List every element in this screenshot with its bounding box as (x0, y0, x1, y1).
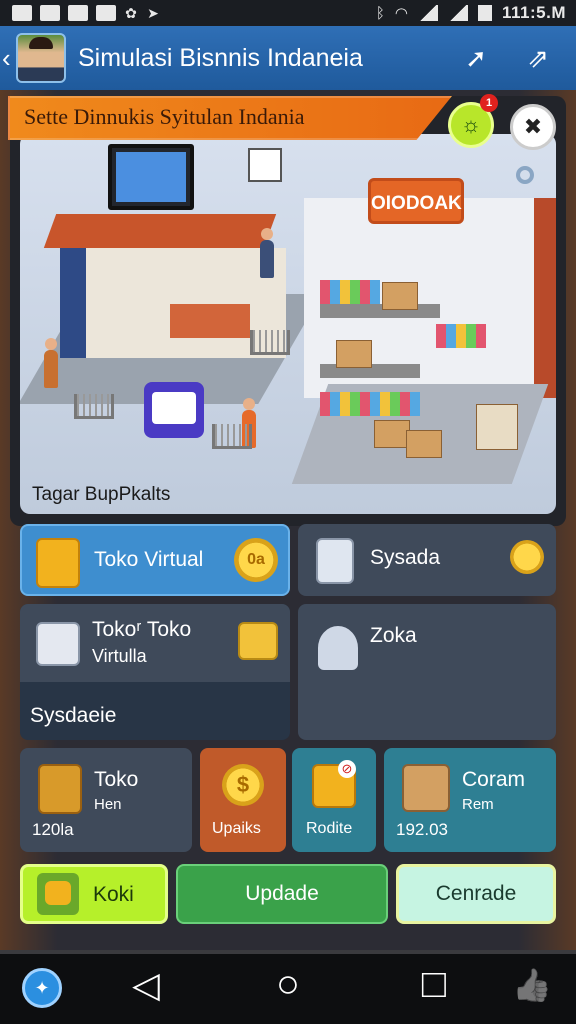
coram-card[interactable]: Coram Rem 192.03 (384, 748, 556, 852)
indicator-icon (516, 166, 534, 184)
counter (170, 304, 250, 338)
shelf (320, 304, 440, 318)
toko-toko-sub: Virtulla (92, 646, 147, 666)
battery-icon (478, 5, 492, 21)
toko-hen-label: Toko (94, 768, 139, 791)
status-bar: ✿ ➤ ᛒ ◠ 111:5.M (0, 0, 576, 26)
cart-icon (74, 394, 114, 419)
box-icon (36, 622, 80, 666)
zoka-card[interactable]: Zoka (298, 604, 556, 740)
goods (320, 280, 380, 304)
banner-text: Sette Dinnukis Syitulan Indania (24, 104, 305, 129)
toko-virtual-label: Toko Virtual (94, 548, 204, 571)
sign-icon (248, 148, 282, 182)
avatar[interactable] (16, 33, 66, 83)
signal-icon (418, 5, 438, 21)
coin-icon: 0a (234, 538, 278, 582)
warehouse-sign: OIODOAK (368, 178, 464, 224)
sysdaeie-label: Sysdaeie (30, 704, 117, 727)
wifi-icon: ◠ (394, 5, 408, 22)
cenrade-button[interactable]: Cenrade (396, 864, 556, 924)
toko-virtual-card[interactable]: Toko Virtual 0a (20, 524, 290, 596)
person-icon (44, 338, 58, 388)
recents-nav-icon[interactable]: □ (412, 962, 456, 1007)
thumbs-up-icon[interactable]: 👍 (510, 966, 554, 1004)
zoka-label: Zoka (370, 624, 417, 647)
rodite-card[interactable]: ⊘ Rodite (292, 748, 376, 852)
cart-icon (212, 424, 252, 449)
toko-hen-value: 120la (32, 820, 74, 839)
box-icon (402, 764, 450, 812)
box-icon (406, 430, 442, 458)
navigation-bar: ✦ ◁ ○ □ 👍 (0, 954, 576, 1024)
koki-label: Koki (93, 883, 134, 906)
app-title: Simulasi Bisnnis Indaneia (78, 43, 363, 72)
dollar-coin-icon: $ (222, 764, 264, 806)
update-button[interactable]: Updade (176, 864, 388, 924)
monitor-icon (108, 144, 194, 210)
gear-coin-icon (510, 540, 544, 574)
kiosk-icon (144, 382, 204, 438)
package-icon (238, 622, 278, 660)
notification-icon (96, 5, 116, 21)
person-icon (260, 228, 274, 278)
close-button[interactable]: ✖ (510, 104, 556, 150)
scene-caption: Tagar BupPkalts (32, 484, 171, 505)
box-icon (374, 420, 410, 448)
sysada-card[interactable]: Sysada (298, 524, 556, 596)
home-icon (68, 5, 88, 21)
sysada-label: Sysada (370, 546, 441, 569)
toko-hen-card[interactable]: Toko Hen 120la (20, 748, 192, 852)
share-icon[interactable]: ➚ (460, 42, 492, 74)
arrow-icon: ➤ (147, 5, 159, 21)
rodite-label: Rodite (306, 820, 353, 837)
toko-toko-label: Tokoʳ Toko (92, 618, 192, 641)
upaiks-card[interactable]: $ Upaiks (200, 748, 286, 852)
game-scene[interactable]: OIODOAK Tagar BupPkalts (20, 134, 556, 514)
koki-button[interactable]: Koki (20, 864, 168, 924)
toko-hen-sub: Hen (94, 796, 122, 813)
goods (320, 392, 420, 416)
shopping-cart-icon (38, 764, 82, 814)
cash-register-icon (36, 538, 80, 588)
assistant-icon[interactable]: ✦ (22, 968, 62, 1008)
back-icon[interactable]: ‹ (2, 43, 16, 74)
export-icon[interactable]: ⇗ (522, 42, 554, 74)
cart-icon (250, 330, 290, 355)
image-icon (40, 5, 60, 21)
toko-toko-card[interactable]: Tokoʳ Toko Virtulla Sysdaeie (20, 604, 290, 740)
upaiks-label: Upaiks (212, 820, 261, 837)
no-icon: ⊘ (338, 760, 356, 778)
back-nav-icon[interactable]: ◁ (126, 964, 166, 1006)
app-icon: ✿ (125, 5, 137, 21)
virtual-store-building (43, 214, 286, 384)
bluetooth-icon: ᛒ (375, 4, 385, 22)
goods (436, 324, 486, 348)
fridge-icon (316, 538, 354, 584)
cart-icon (318, 626, 358, 670)
checkout-icon (476, 404, 518, 450)
notification-badge: 1 (480, 94, 498, 112)
app-header: ‹ Simulasi Bisnnis Indaneia ➚ ⇗ (0, 26, 576, 90)
coram-sub: Rem (462, 796, 494, 813)
coram-label: Coram (462, 768, 526, 791)
home-nav-icon[interactable]: ○ (266, 962, 310, 1007)
box-icon (382, 282, 418, 310)
status-time: 111:5.M (502, 3, 566, 22)
coram-value: 192.03 (396, 820, 448, 839)
box-icon (336, 340, 372, 368)
signal-icon (448, 5, 468, 21)
image-icon (12, 5, 32, 21)
